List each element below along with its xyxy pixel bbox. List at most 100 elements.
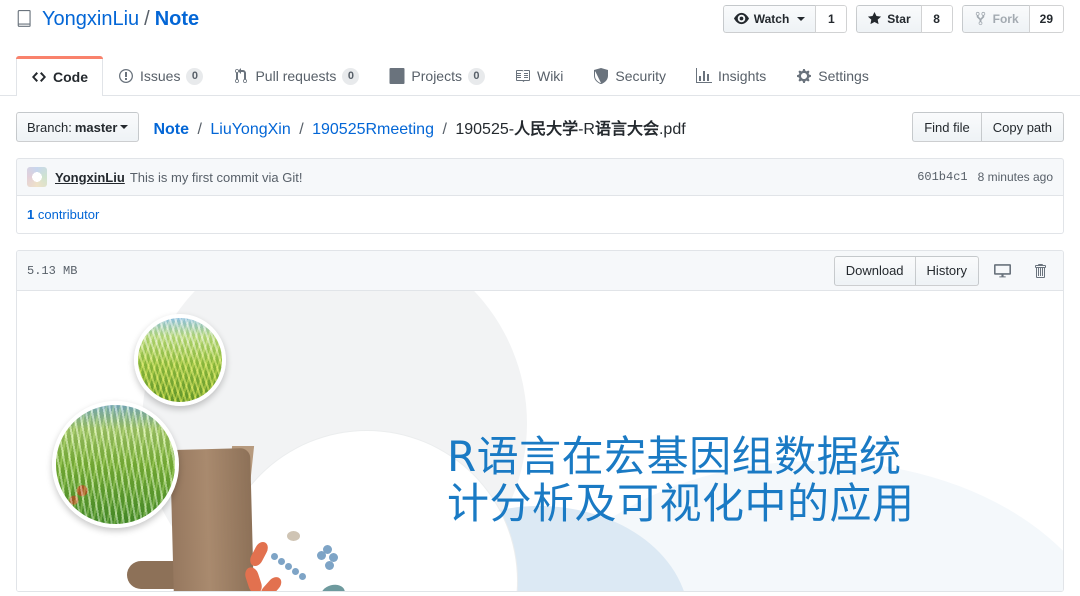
file-viewer-box: 5.13 MB Download History R语言在宏基因组数据统 计分析…	[16, 250, 1064, 592]
tab-wiki[interactable]: Wiki	[500, 56, 578, 95]
book-icon	[515, 68, 531, 84]
gear-icon	[796, 68, 812, 84]
file-navigation: Branch: master Note / LiuYongXin / 19052…	[0, 96, 1080, 158]
tab-security[interactable]: Security	[578, 56, 681, 95]
breadcrumb-item-190525rmeeting[interactable]: 190525Rmeeting	[312, 121, 434, 138]
breadcrumb-current-file: 190525-人民大学-R语言大会.pdf	[455, 121, 685, 138]
tab-code-label: Code	[53, 68, 88, 85]
tab-code[interactable]: Code	[16, 56, 103, 96]
fork-icon	[973, 11, 988, 28]
tab-pull-requests[interactable]: Pull requests 0	[218, 56, 374, 95]
tab-insights[interactable]: Insights	[681, 56, 781, 95]
find-file-button[interactable]: Find file	[912, 112, 981, 142]
tab-pull-requests-label: Pull requests	[255, 68, 337, 84]
chevron-down-icon	[797, 17, 806, 21]
star-button-group: Star 8	[856, 5, 953, 33]
eye-icon	[733, 11, 749, 28]
fork-button-label: Fork	[992, 12, 1019, 26]
tab-issues-count: 0	[186, 67, 204, 85]
commit-sha[interactable]: 601b4c1	[917, 170, 967, 184]
watch-count[interactable]: 1	[815, 5, 848, 33]
commit-author-link[interactable]: YongxinLiu	[55, 170, 125, 185]
watch-button-label: Watch	[753, 12, 790, 26]
wheat-field-photo	[52, 401, 179, 528]
repository-header: YongxinLiu / Note Watch 1 Star 8 Fork 29	[0, 0, 1080, 56]
tab-projects[interactable]: Projects 0	[374, 56, 500, 95]
microbe-illustration	[243, 523, 425, 591]
repo-owner-link[interactable]: YongxinLiu	[42, 9, 139, 29]
filename-mid-part: -R	[578, 121, 595, 138]
tab-projects-count: 0	[467, 67, 485, 85]
commit-message[interactable]: This is my first commit via Git!	[130, 170, 303, 185]
star-button-label: Star	[887, 12, 911, 26]
pdf-title-line-2: 计分析及可视化中的应用	[447, 479, 915, 529]
tab-projects-label: Projects	[411, 68, 462, 84]
contributors-label: contributor	[37, 207, 100, 222]
pdf-title-line-1: R语言在宏基因组数据统	[447, 432, 902, 481]
breadcrumb-root-link[interactable]: Note	[153, 121, 189, 138]
tab-security-label: Security	[615, 68, 666, 84]
tab-settings[interactable]: Settings	[781, 56, 884, 95]
graph-icon	[696, 68, 712, 84]
trash-icon[interactable]	[1025, 257, 1055, 285]
desktop-download-icon[interactable]	[987, 257, 1017, 285]
breadcrumb-separator: /	[299, 121, 304, 138]
fork-count[interactable]: 29	[1028, 5, 1064, 33]
download-button[interactable]: Download	[833, 255, 915, 286]
pdf-preview[interactable]: R语言在宏基因组数据统 计分析及可视化中的应用	[17, 291, 1063, 591]
issue-icon	[118, 68, 134, 84]
fork-button[interactable]: Fork	[961, 5, 1029, 33]
filename-extension: .pdf	[658, 121, 686, 138]
code-icon	[31, 69, 47, 85]
filename-topic-part: 语言大会	[594, 121, 659, 138]
tab-insights-label: Insights	[718, 68, 767, 84]
copy-path-button[interactable]: Copy path	[980, 112, 1064, 142]
contributors-count: 1	[27, 207, 35, 222]
breadcrumb-item-liuyongxin[interactable]: LiuYongXin	[210, 121, 290, 138]
file-nav-actions: Find file Copy path	[912, 112, 1064, 142]
pdf-slide-page: R语言在宏基因组数据统 计分析及可视化中的应用	[17, 291, 1063, 591]
git-pull-icon	[233, 68, 249, 84]
breadcrumb: Note / LiuYongXin / 190525Rmeeting / 190…	[153, 115, 685, 139]
filename-org-part: 人民大学	[514, 121, 579, 138]
watch-button-group: Watch 1	[722, 5, 848, 33]
branch-name-label: master	[74, 119, 118, 135]
tab-wiki-label: Wiki	[536, 68, 564, 84]
contributors-link[interactable]: 1 contributor	[27, 207, 99, 222]
repo-title-separator: /	[144, 8, 150, 30]
avatar	[27, 167, 47, 187]
contributors-bar: 1 contributor	[16, 196, 1064, 234]
commit-meta: 601b4c1 8 minutes ago	[917, 170, 1053, 184]
repo-book-icon	[16, 10, 34, 28]
file-viewer-toolbar: 5.13 MB Download History	[17, 251, 1063, 291]
filename-date-part: 190525-	[455, 121, 515, 138]
pdf-slide-title: R语言在宏基因组数据统 计分析及可视化中的应用	[447, 433, 1047, 527]
branch-selector-button[interactable]: Branch: master	[16, 112, 140, 142]
soil-illustration	[170, 447, 254, 591]
star-icon	[867, 11, 882, 28]
latest-commit-bar: YongxinLiu This is my first commit via G…	[16, 158, 1064, 196]
star-count[interactable]: 8	[920, 5, 953, 33]
tab-settings-label: Settings	[818, 68, 869, 84]
file-size-label: 5.13 MB	[27, 263, 78, 278]
tab-pull-requests-count: 0	[342, 67, 360, 85]
history-button[interactable]: History	[914, 255, 979, 286]
shield-icon	[593, 68, 609, 84]
repository-actions: Watch 1 Star 8 Fork 29	[722, 5, 1064, 33]
file-viewer-actions: Download History	[833, 255, 1055, 286]
repo-name-link[interactable]: Note	[155, 9, 199, 29]
tab-issues-label: Issues	[140, 68, 181, 84]
project-icon	[389, 68, 405, 84]
star-button[interactable]: Star	[856, 5, 921, 33]
commit-time: 8 minutes ago	[977, 170, 1053, 184]
branch-prefix-label: Branch:	[27, 119, 72, 135]
breadcrumb-separator: /	[197, 121, 202, 138]
rice-field-photo	[134, 314, 226, 406]
fork-button-group: Fork 29	[961, 5, 1064, 33]
repository-title: YongxinLiu / Note	[16, 9, 199, 29]
breadcrumb-separator: /	[442, 121, 447, 138]
tab-issues[interactable]: Issues 0	[103, 56, 218, 95]
chevron-down-icon	[120, 125, 129, 129]
repository-nav-tabs: Code Issues 0 Pull requests 0 Projects 0	[0, 56, 1080, 96]
watch-button[interactable]: Watch	[722, 5, 816, 33]
